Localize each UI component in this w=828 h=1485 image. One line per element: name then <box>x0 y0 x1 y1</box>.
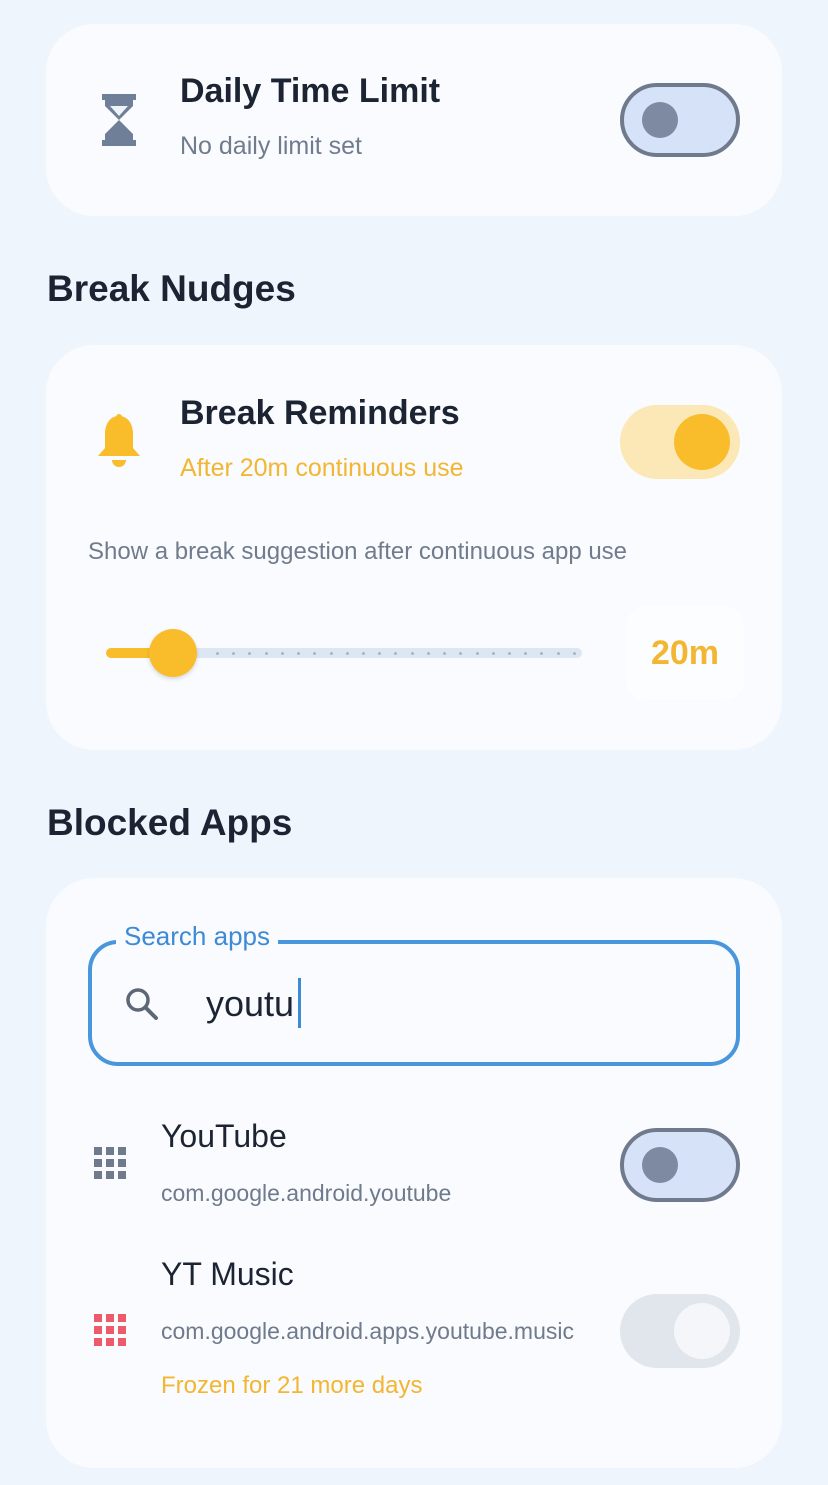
break-description: Show a break suggestion after continuous… <box>88 538 628 565</box>
break-nudges-heading: Break Nudges <box>47 268 296 309</box>
daily-limit-title: Daily Time Limit <box>180 72 441 110</box>
toggle-knob <box>674 414 730 470</box>
daily-limit-toggle[interactable] <box>620 83 740 157</box>
bell-icon <box>96 414 142 475</box>
search-icon <box>124 986 160 1027</box>
search-label: Search apps <box>116 921 278 952</box>
app-grid-icon <box>94 1147 126 1184</box>
toggle-knob <box>674 1303 730 1359</box>
break-reminders-title: Break Reminders <box>180 394 460 432</box>
break-interval-slider[interactable] <box>106 629 582 677</box>
youtube-block-toggle[interactable] <box>620 1128 740 1202</box>
frozen-status: Frozen for 21 more days <box>161 1372 423 1399</box>
search-input[interactable] <box>88 940 740 1066</box>
search-input-value[interactable]: youtu <box>206 983 294 1025</box>
blocked-apps-heading: Blocked Apps <box>47 802 293 843</box>
toggle-knob <box>642 102 678 138</box>
app-package-yt-music: com.google.android.apps.youtube.music <box>161 1318 574 1344</box>
toggle-knob <box>642 1147 678 1183</box>
yt-music-block-toggle[interactable] <box>620 1294 740 1368</box>
app-name-yt-music: YT Music <box>161 1256 294 1292</box>
break-reminders-subtitle: After 20m continuous use <box>180 454 464 482</box>
app-grid-icon <box>94 1314 126 1351</box>
hourglass-icon <box>100 94 138 151</box>
break-reminders-toggle[interactable] <box>620 405 740 479</box>
app-name-youtube: YouTube <box>161 1118 287 1154</box>
app-package-youtube: com.google.android.youtube <box>161 1180 452 1206</box>
slider-value: 20m <box>626 606 744 700</box>
slider-thumb[interactable] <box>148 629 197 677</box>
slider-ticks <box>216 648 576 658</box>
daily-limit-subtitle: No daily limit set <box>180 132 362 160</box>
text-cursor <box>298 978 301 1028</box>
